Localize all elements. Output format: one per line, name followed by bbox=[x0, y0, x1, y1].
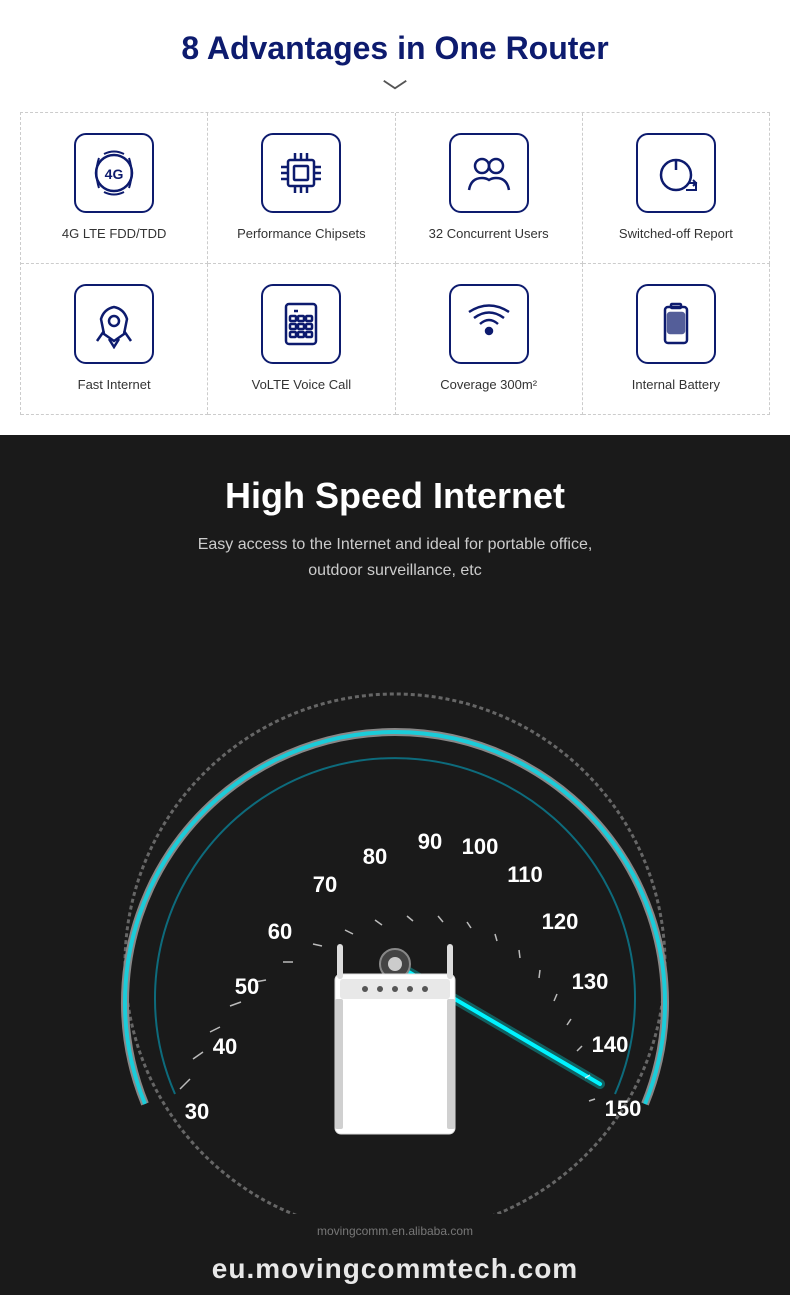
advantage-item-volte: VoLTE Voice Call bbox=[208, 264, 395, 415]
advantage-item-coverage: Coverage 300m² bbox=[396, 264, 583, 415]
svg-text:100: 100 bbox=[462, 834, 499, 859]
advantages-grid: 4G 4G LTE FDD/TDD bbox=[20, 112, 770, 415]
svg-text:90: 90 bbox=[418, 829, 442, 854]
advantages-section: 8 Advantages in One Router 4G 4G LTE FDD… bbox=[0, 0, 790, 435]
speed-section: High Speed Internet Easy access to the I… bbox=[0, 435, 790, 1295]
advantage-item-fast-internet: Fast Internet bbox=[21, 264, 208, 415]
advantage-item-switched-off: Switched-off Report bbox=[583, 113, 770, 264]
svg-text:30: 30 bbox=[185, 1099, 209, 1124]
chevron-down-icon bbox=[380, 77, 410, 92]
switched-off-label: Switched-off Report bbox=[619, 225, 733, 243]
speedometer: 30 40 50 60 70 80 90 100 110 120 130 140… bbox=[45, 614, 745, 1214]
website-url: eu.movingcommtech.com bbox=[0, 1253, 790, 1285]
battery-icon-box bbox=[636, 284, 716, 364]
speed-subtitle: Easy access to the Internet and ideal fo… bbox=[20, 532, 770, 583]
advantage-item-chipset: Performance Chipsets bbox=[208, 113, 395, 264]
svg-text:120: 120 bbox=[542, 909, 579, 934]
power-icon-box bbox=[636, 133, 716, 213]
chip-icon-box bbox=[261, 133, 341, 213]
svg-text:50: 50 bbox=[235, 974, 259, 999]
speed-title: High Speed Internet bbox=[20, 475, 770, 517]
users-icon-box bbox=[449, 133, 529, 213]
advantage-item-battery: Internal Battery bbox=[583, 264, 770, 415]
volte-label: VoLTE Voice Call bbox=[252, 376, 351, 394]
fast-internet-label: Fast Internet bbox=[78, 376, 151, 394]
website-url-small: movingcomm.en.alibaba.com bbox=[20, 1219, 770, 1253]
battery-label: Internal Battery bbox=[632, 376, 720, 394]
svg-text:60: 60 bbox=[268, 919, 292, 944]
svg-text:40: 40 bbox=[213, 1034, 237, 1059]
advantages-title: 8 Advantages in One Router bbox=[20, 30, 770, 67]
4g-icon-box: 4G bbox=[74, 133, 154, 213]
rocket-icon-box bbox=[74, 284, 154, 364]
svg-text:130: 130 bbox=[572, 969, 609, 994]
svg-text:110: 110 bbox=[507, 862, 543, 887]
coverage-label: Coverage 300m² bbox=[440, 376, 537, 394]
advantage-item-users: 32 Concurrent Users bbox=[396, 113, 583, 264]
advantage-item-4g-lte: 4G 4G LTE FDD/TDD bbox=[21, 113, 208, 264]
4g-label: 4G LTE FDD/TDD bbox=[62, 225, 167, 243]
phone-icon-box bbox=[261, 284, 341, 364]
svg-text:70: 70 bbox=[313, 872, 337, 897]
svg-text:4G: 4G bbox=[105, 166, 124, 182]
users-label: 32 Concurrent Users bbox=[429, 225, 549, 243]
chipset-label: Performance Chipsets bbox=[237, 225, 366, 243]
wifi-icon-box bbox=[449, 284, 529, 364]
svg-text:140: 140 bbox=[592, 1032, 629, 1057]
svg-text:150: 150 bbox=[605, 1096, 642, 1121]
svg-text:80: 80 bbox=[363, 844, 387, 869]
